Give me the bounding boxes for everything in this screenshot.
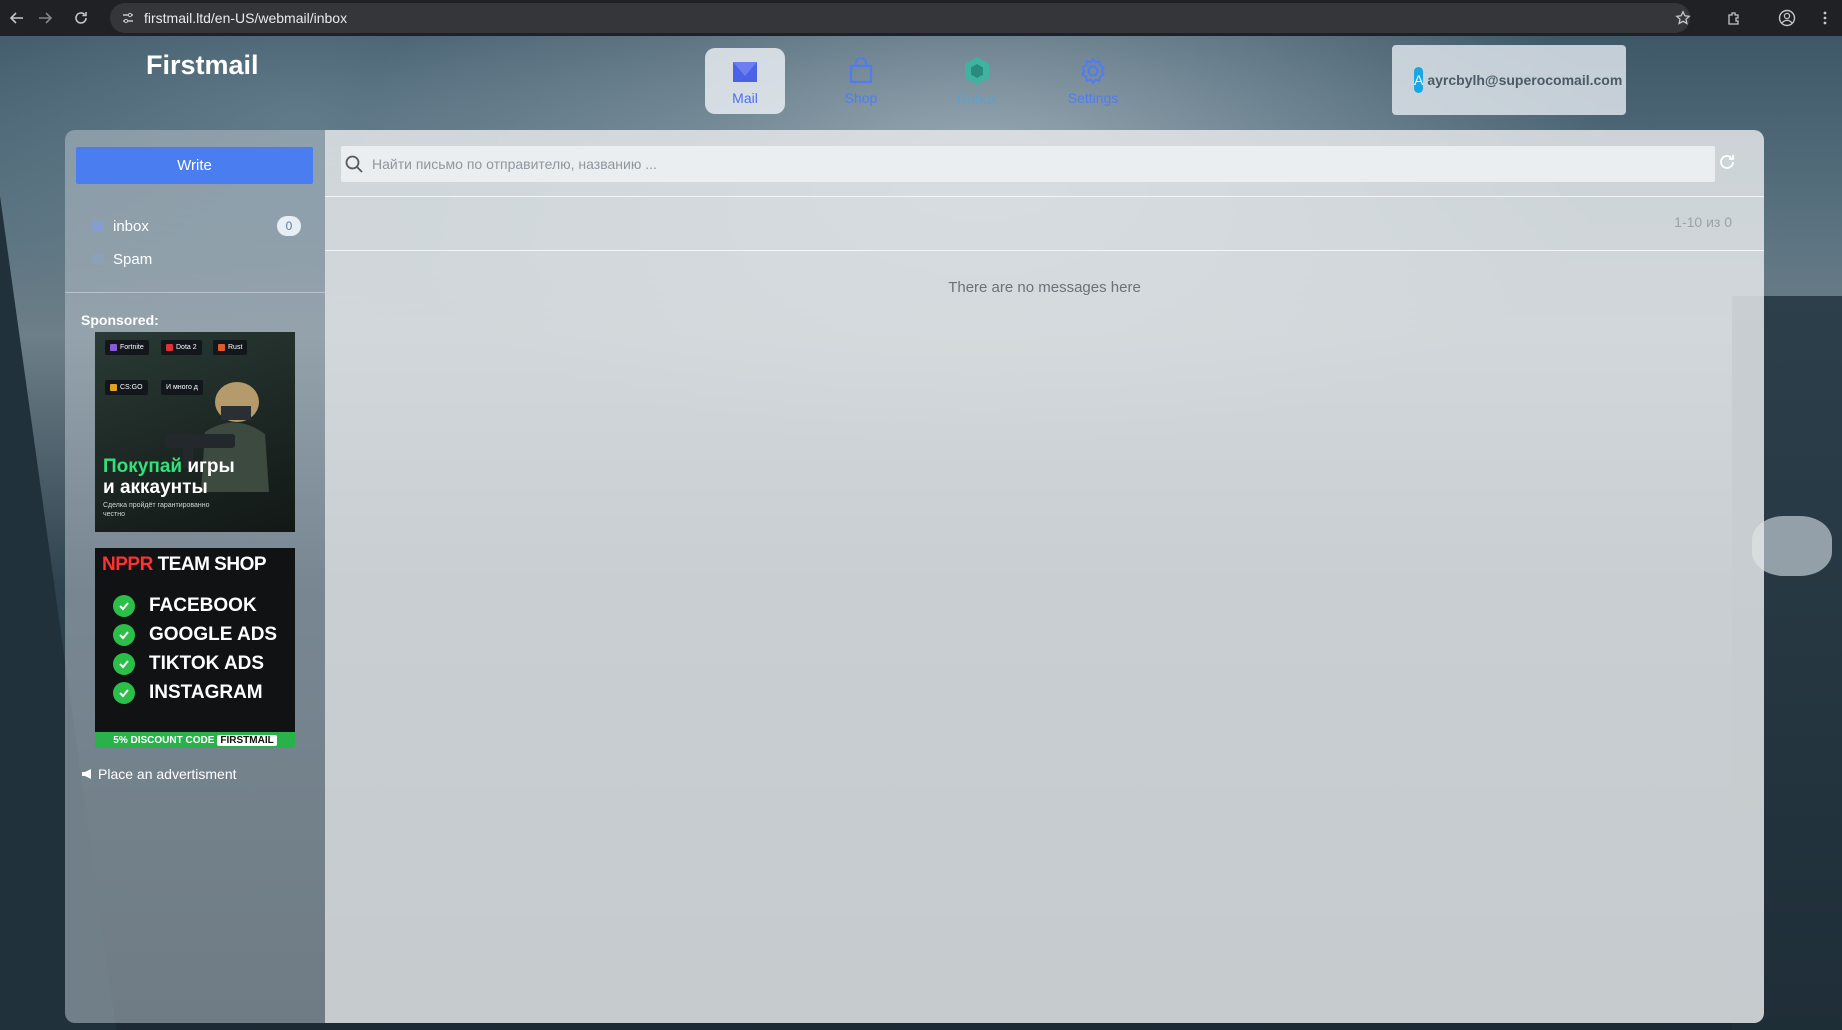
- browser-toolbar: firstmail.ltd/en-US/webmail/inbox: [0, 0, 1842, 36]
- place-ad-link[interactable]: Place an advertisment: [81, 766, 237, 782]
- avatar: A: [1414, 67, 1424, 93]
- search-input[interactable]: [372, 147, 1715, 181]
- ad-headline: Покупай игры и аккаунты: [103, 456, 235, 498]
- snow-patch: [1752, 516, 1832, 576]
- inbox-icon: [92, 222, 104, 231]
- divider: [325, 196, 1764, 197]
- check-icon: [113, 653, 135, 675]
- sidebar-divider: [65, 292, 325, 293]
- tab-shop-label: Shop: [844, 90, 878, 106]
- ad-subtext: Сделка пройдёт гарантированно честно: [103, 502, 210, 518]
- sponsored-label: Sponsored:: [81, 312, 159, 328]
- tab-settings-label: Settings: [1067, 90, 1119, 106]
- search-bar: [341, 146, 1715, 182]
- spam-icon: [92, 253, 104, 265]
- ad-title: NPPR TEAM SHOP: [102, 554, 267, 575]
- shop-icon: [849, 56, 873, 84]
- profile-icon[interactable]: [1770, 0, 1804, 36]
- sidebar-item-spam[interactable]: Spam: [91, 247, 301, 271]
- address-bar[interactable]: firstmail.ltd/en-US/webmail/inbox: [110, 3, 1690, 33]
- ad-banner-games[interactable]: Fortnite Dota 2 Rust CS:GO И много д Пок…: [95, 332, 295, 532]
- ad-discount-footer: 5% DISCOUNT CODE FIRSTMAIL: [95, 732, 295, 748]
- robux-icon: [965, 57, 989, 85]
- ad-banner-nppr[interactable]: NPPR TEAM SHOP FACEBOOK GOOGLE ADS TIKTO…: [95, 548, 295, 748]
- place-ad-label: Place an advertisment: [98, 766, 237, 782]
- app-logo[interactable]: Firstmail: [146, 50, 259, 81]
- write-button[interactable]: Write: [76, 147, 313, 184]
- reload-icon[interactable]: [64, 0, 98, 36]
- tab-robux[interactable]: Robux: [937, 48, 1017, 114]
- url-text: firstmail.ltd/en-US/webmail/inbox: [144, 10, 348, 26]
- megaphone-icon: [82, 769, 91, 779]
- unread-count-badge: 0: [277, 216, 301, 236]
- menu-icon[interactable]: [1808, 0, 1842, 36]
- ad-chip: CS:GO: [105, 380, 148, 395]
- sidebar-item-inbox[interactable]: inbox 0: [91, 214, 301, 238]
- search-icon: [345, 155, 363, 173]
- ad-list-item: GOOGLE ADS: [113, 623, 277, 647]
- ad-chip: Fortnite: [105, 340, 149, 355]
- account-menu[interactable]: A ayrcbylh@superocomail.com: [1392, 45, 1626, 115]
- mail-icon: [733, 62, 757, 82]
- pagination-info: 1-10 из 0: [1674, 214, 1732, 230]
- message-panel: 1-10 из 0 There are no messages here: [325, 130, 1764, 1023]
- ad-chip: Dota 2: [161, 340, 202, 355]
- tab-shop[interactable]: Shop: [821, 48, 901, 114]
- check-icon: [113, 624, 135, 646]
- forward-icon[interactable]: [28, 0, 62, 36]
- ad-chip: Rust: [213, 340, 248, 355]
- sidebar-item-label: inbox: [113, 217, 149, 235]
- top-navigation: Mail Shop Robux Settings: [705, 48, 1169, 114]
- ad-list-item: TIKTOK ADS: [113, 652, 264, 676]
- extensions-icon[interactable]: [1717, 0, 1751, 36]
- check-icon: [113, 595, 135, 617]
- account-email: ayrcbylh@superocomail.com: [1427, 72, 1623, 88]
- refresh-icon[interactable]: [1717, 152, 1737, 172]
- sidebar-item-label: Spam: [113, 250, 153, 268]
- check-icon: [113, 682, 135, 704]
- tab-mail-label: Mail: [732, 90, 758, 106]
- divider: [325, 250, 1764, 251]
- gear-icon: [1080, 57, 1106, 85]
- ad-list-item: INSTAGRAM: [113, 681, 263, 705]
- tab-mail[interactable]: Mail: [705, 48, 785, 114]
- star-icon[interactable]: [1666, 0, 1700, 36]
- sidebar: Write inbox 0 Spam Sponsored: Fortnite D…: [65, 130, 325, 1023]
- site-info-icon[interactable]: [120, 10, 136, 31]
- ad-list-item: FACEBOOK: [113, 594, 257, 618]
- tab-settings[interactable]: Settings: [1053, 48, 1133, 114]
- empty-state-message: There are no messages here: [948, 279, 1141, 296]
- tab-robux-label: Robux: [956, 91, 998, 107]
